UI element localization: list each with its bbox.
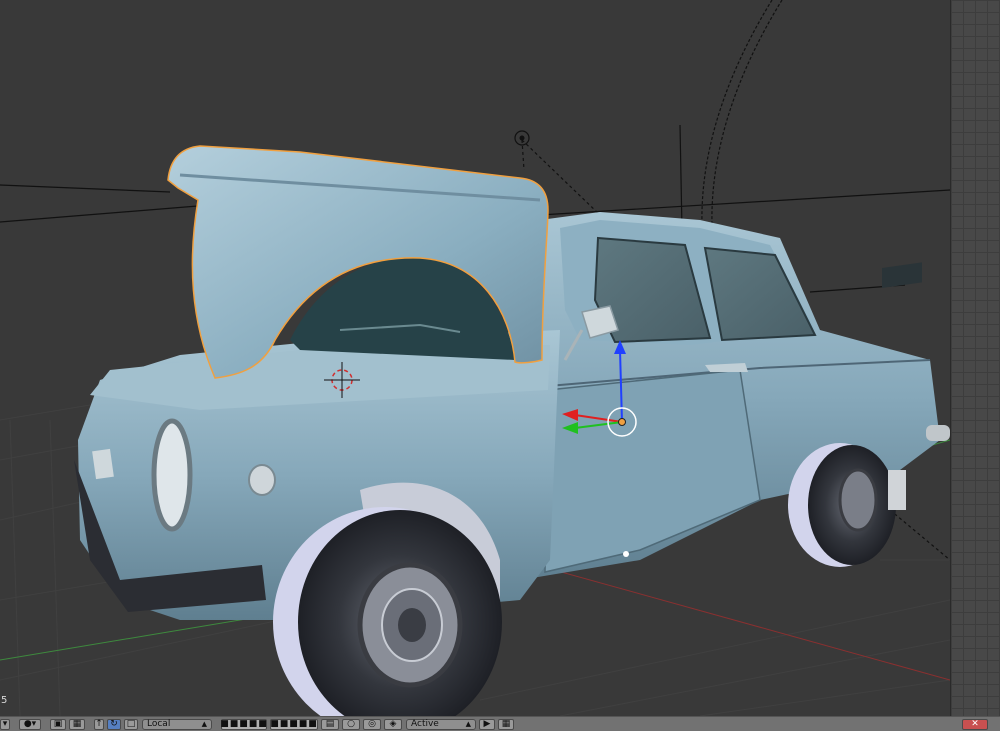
layers-icon[interactable]: ■■■■■	[220, 718, 267, 730]
close-region-icon[interactable]: ✕	[962, 718, 988, 730]
proportional-icon[interactable]: ◎	[363, 718, 381, 730]
snap-icon[interactable]: ○	[342, 718, 360, 730]
x-axis-line	[499, 554, 950, 681]
layers-icon-2[interactable]: ■■■■■	[270, 718, 318, 730]
active-select[interactable]: Active ▲	[406, 718, 476, 730]
transform-orientation-label: Local	[147, 718, 171, 729]
viewport-header: ▾ ●▾ ▣ ▦ ↑ ↻ □ Local ▲ ■■■■■ ■■■■■ ▤ ○ ◎ …	[0, 716, 1000, 731]
manipulator-icon[interactable]: ▦	[69, 718, 85, 730]
pivot-icon[interactable]: ▣	[50, 718, 66, 730]
fog-light	[248, 464, 276, 496]
side-vent	[882, 262, 922, 289]
transform-orientation-select[interactable]: Local ▲	[142, 718, 212, 730]
scene-canvas[interactable]	[0, 0, 950, 716]
lock-icon[interactable]: ▤	[321, 718, 339, 730]
headlight	[151, 418, 193, 532]
camera-icon[interactable]: ▶	[479, 718, 495, 730]
film-icon[interactable]: ▦	[498, 718, 514, 730]
properties-region[interactable]	[950, 0, 1000, 716]
car-door	[544, 369, 761, 573]
rotate-icon[interactable]: ↻	[107, 718, 121, 730]
3d-viewport[interactable]: 5	[0, 0, 950, 716]
active-label: Active	[411, 718, 439, 729]
render-icon[interactable]: ◈	[384, 718, 402, 730]
rear-wheel	[788, 443, 896, 567]
translate-icon[interactable]: ↑	[94, 718, 104, 730]
scale-icon[interactable]: □	[124, 718, 138, 730]
frame-label: 5	[1, 695, 8, 706]
viewport-shade-icon[interactable]: ●▾	[19, 718, 41, 730]
object-mode-icon[interactable]: ▾	[0, 718, 10, 730]
